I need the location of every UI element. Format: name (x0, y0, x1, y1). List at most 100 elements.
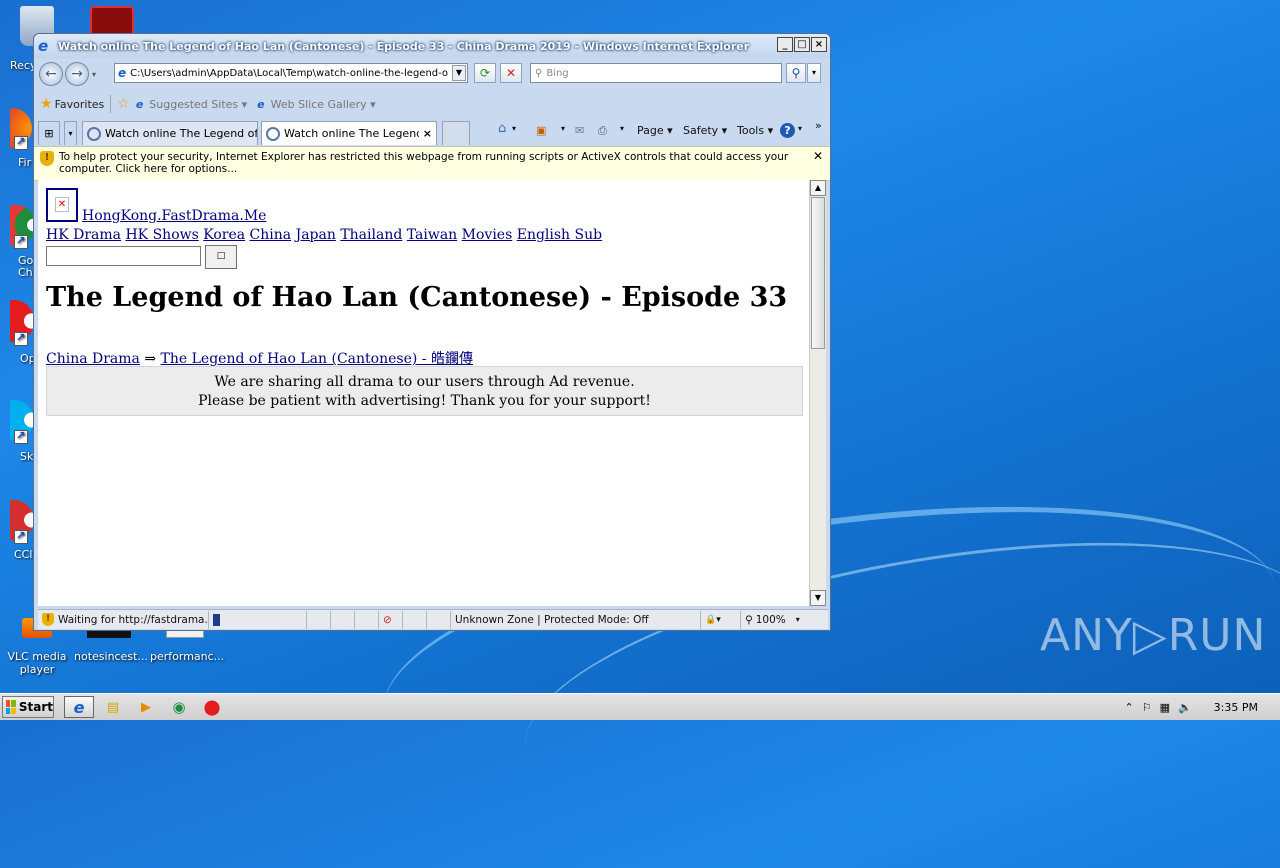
status-shield-icon[interactable]: ! (42, 613, 54, 626)
zoom-dropdown-icon[interactable]: ▾ (796, 615, 800, 624)
title-bar[interactable]: e Watch online The Legend of Hao Lan (Ca… (34, 34, 830, 58)
home-dropdown-icon[interactable]: ▾ (512, 124, 516, 133)
address-input[interactable]: C:\Users\admin\AppData\Local\Temp\watch-… (130, 68, 448, 79)
read-mail-icon[interactable]: ✉ (575, 124, 584, 137)
tab-watch-online-1[interactable]: Watch online The Legend of ... (82, 121, 258, 145)
breadcrumb-separator: ⇒ (144, 351, 157, 367)
favorites-button[interactable]: Favorites (55, 98, 105, 111)
action-center-flag-icon[interactable]: ⚐ (1142, 701, 1152, 714)
refresh-button[interactable]: ⟳ (474, 63, 496, 83)
forward-button[interactable]: → (65, 62, 89, 86)
security-zone-text[interactable]: Unknown Zone | Protected Mode: Off (450, 610, 700, 629)
suggested-sites-link[interactable]: Suggested Sites ▾ (149, 98, 247, 111)
chrome-taskbar-icon[interactable]: ◉ (165, 696, 193, 718)
print-dropdown-icon[interactable]: ▾ (620, 124, 624, 133)
windows-logo-icon (6, 700, 16, 714)
address-bar[interactable]: e C:\Users\admin\AppData\Local\Temp\watc… (114, 63, 468, 83)
security-infobar[interactable]: ! To help protect your security, Interne… (34, 146, 830, 181)
help-dropdown-icon[interactable]: ▾ (798, 124, 802, 133)
add-favorites-icon[interactable]: ☆ (117, 96, 130, 112)
nav-link-hk-shows[interactable]: HK Shows (125, 227, 198, 243)
feeds-icon[interactable]: ▣ (536, 124, 546, 137)
page-menu[interactable]: Page ▾ (637, 124, 673, 137)
history-dropdown-icon[interactable]: ▾ (92, 70, 96, 79)
ie-taskbar-icon[interactable]: e (64, 696, 94, 718)
opera-taskbar-icon[interactable]: ⬤ (198, 696, 226, 718)
progress-fill (213, 613, 220, 626)
maximize-button[interactable]: □ (794, 37, 810, 52)
firefox-icon[interactable]: Fir (10, 108, 32, 169)
vertical-scrollbar[interactable]: ▲ ▼ (809, 180, 826, 606)
window-title: Watch online The Legend of Hao Lan (Cant… (58, 39, 750, 53)
site-logo-broken-image[interactable]: ✕ (46, 188, 78, 222)
nav-link-china[interactable]: China (250, 227, 292, 243)
help-icon[interactable]: ? (780, 123, 795, 138)
system-tray: ⌃ ⚐ ▦ 🔈 3:35 PM (1124, 694, 1280, 721)
nav-link-movies[interactable]: Movies (462, 227, 513, 243)
taskbar: Start e ▤ ▶ ◉ ⬤ ⌃ ⚐ ▦ 🔈 3:35 PM (0, 693, 1280, 720)
site-search-button[interactable]: □ (205, 245, 237, 269)
nav-link-taiwan[interactable]: Taiwan (407, 227, 457, 243)
search-options-icon[interactable]: ▾ (807, 63, 821, 83)
back-button[interactable]: ← (39, 62, 63, 86)
safety-menu[interactable]: Safety ▾ (683, 124, 727, 137)
explorer-taskbar-icon[interactable]: ▤ (99, 696, 127, 718)
status-cell (306, 610, 330, 629)
infobar-text[interactable]: To help protect your security, Internet … (59, 151, 807, 175)
popup-blocker-icon[interactable]: ⊘ (378, 610, 402, 629)
start-button[interactable]: Start (2, 696, 54, 718)
close-infobar-icon[interactable]: ✕ (813, 150, 823, 162)
status-cell (354, 610, 378, 629)
show-hidden-icons-icon[interactable]: ⌃ (1124, 701, 1133, 714)
quick-tabs-icon[interactable]: ⊞ (38, 121, 60, 145)
stop-button[interactable]: ✕ (500, 63, 522, 83)
opera-icon[interactable]: Op (10, 300, 36, 365)
tab-watch-online-2[interactable]: Watch online The Legend... × (261, 121, 437, 145)
nav-link-korea[interactable]: Korea (203, 227, 245, 243)
nav-link-hk-drama[interactable]: HK Drama (46, 227, 121, 243)
scroll-up-icon[interactable]: ▲ (810, 180, 826, 196)
clock[interactable]: 3:35 PM (1214, 701, 1258, 714)
nav-link-japan[interactable]: Japan (296, 227, 336, 243)
progress-bar (208, 610, 306, 629)
nav-link-english-sub[interactable]: English Sub (517, 227, 602, 243)
new-tab-button[interactable] (442, 121, 470, 145)
divider (110, 95, 112, 113)
site-nav: HK Drama HK Shows Korea China Japan Thai… (46, 227, 602, 243)
ie-window: e Watch online The Legend of Hao Lan (Ca… (33, 33, 831, 631)
network-icon[interactable]: ▦ (1160, 701, 1170, 714)
address-dropdown-icon[interactable]: ▼ (452, 65, 466, 81)
more-tools-icon[interactable]: » (815, 119, 822, 132)
print-icon[interactable]: ⎙ (598, 124, 607, 138)
site-name-link[interactable]: HongKong.FastDrama.Me (82, 208, 266, 224)
skype-icon[interactable]: Sk (10, 400, 34, 463)
site-search-input[interactable] (46, 246, 201, 266)
feeds-dropdown-icon[interactable]: ▾ (561, 124, 565, 133)
loading-icon (266, 126, 280, 141)
desktop-icon-label: VLC media player (7, 650, 67, 676)
breadcrumb: China Drama ⇒ The Legend of Hao Lan (Can… (46, 348, 473, 368)
search-go-button[interactable]: ⚲ (786, 63, 806, 83)
close-button[interactable]: × (811, 37, 827, 52)
minimize-button[interactable]: _ (777, 37, 793, 52)
search-box[interactable]: ⚲ Bing (530, 63, 782, 83)
protected-mode-icon[interactable]: 🔒▾ (700, 610, 740, 629)
tab-list-dropdown-icon[interactable]: ▾ (64, 121, 77, 145)
breadcrumb-category-link[interactable]: China Drama (46, 351, 140, 367)
page-icon: e (118, 66, 127, 80)
home-icon[interactable]: ⌂ (498, 121, 506, 136)
ad-notice: We are sharing all drama to our users th… (46, 366, 803, 416)
tools-menu[interactable]: Tools ▾ (737, 124, 773, 137)
web-page: ✕ HongKong.FastDrama.Me HK Drama HK Show… (38, 180, 809, 606)
scroll-down-icon[interactable]: ▼ (810, 590, 826, 606)
nav-link-thailand[interactable]: Thailand (340, 227, 402, 243)
media-player-taskbar-icon[interactable]: ▶ (132, 696, 160, 718)
ccleaner-icon[interactable]: CCl (10, 500, 34, 561)
breadcrumb-series-link[interactable]: The Legend of Hao Lan (Cantonese) - 皓鑭傳 (161, 351, 473, 367)
scroll-thumb[interactable] (811, 197, 825, 349)
close-tab-icon[interactable]: × (423, 127, 432, 140)
search-input[interactable]: Bing (546, 68, 568, 79)
zoom-control[interactable]: ⚲ 100% ▾ (740, 610, 812, 629)
web-slice-gallery-link[interactable]: Web Slice Gallery ▾ (271, 98, 376, 111)
volume-icon[interactable]: 🔈 (1178, 701, 1192, 714)
